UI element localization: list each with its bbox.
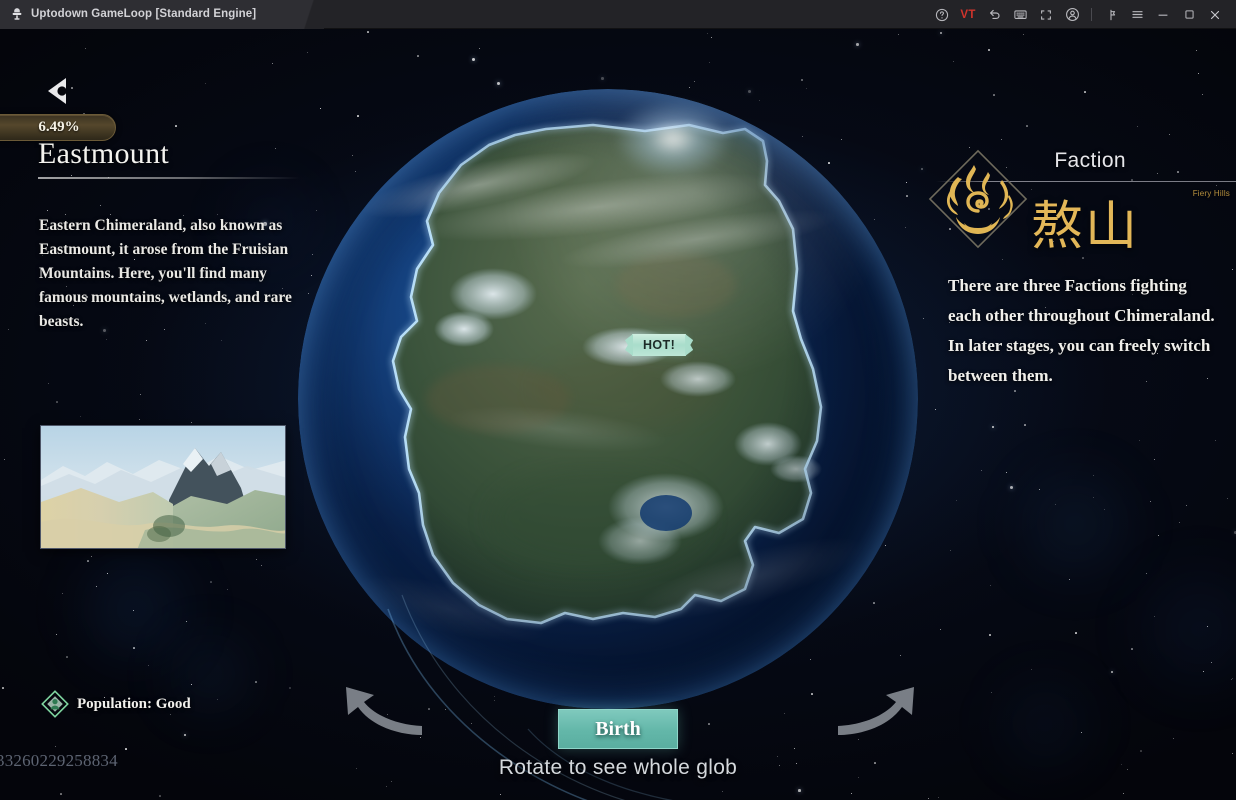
faction-name-cn: 熬山 (1031, 199, 1140, 256)
emulator-titlebar: Uptodown GameLoop [Standard Engine] VT (0, 0, 1236, 29)
birth-button-label: Birth (595, 717, 641, 740)
planet-sphere[interactable] (298, 89, 918, 709)
keyboard-icon[interactable] (1007, 0, 1033, 29)
region-preview-image[interactable] (40, 425, 286, 549)
faction-heading: Faction (1054, 149, 1126, 172)
faction-name-en: Fiery Hills (1192, 189, 1230, 198)
population-icon (40, 689, 70, 719)
game-stage: HOT! 6.49% Eastmount Eastern Chimeraland… (0, 29, 1236, 800)
population-label: Population: Good (77, 695, 191, 712)
region-title: Eastmount (38, 137, 170, 170)
globe-container[interactable] (272, 63, 944, 800)
vt-badge[interactable]: VT (955, 9, 981, 21)
fullscreen-icon[interactable] (1033, 0, 1059, 29)
undo-icon[interactable] (981, 0, 1007, 29)
tab-title: Uptodown GameLoop [Standard Engine] (31, 8, 257, 20)
birth-button[interactable]: Birth (558, 709, 678, 749)
tab-content[interactable]: Uptodown GameLoop [Standard Engine] (0, 0, 256, 29)
continent-landmass (298, 89, 918, 709)
flame-emblem-icon (918, 149, 1038, 259)
pin-icon[interactable] (1098, 0, 1124, 29)
region-percent-value: 6.49% (38, 119, 80, 135)
population-indicator: Population: Good (40, 689, 191, 719)
minimize-icon[interactable] (1150, 0, 1176, 29)
faction-info-panel: Faction 熬山 Fiery Hills There are three F… (906, 29, 1236, 800)
region-title-divider (38, 177, 300, 179)
region-info-panel: 6.49% Eastmount Eastern Chimeraland, als… (0, 29, 330, 800)
hot-badge-label: HOT! (632, 334, 687, 356)
maximize-icon[interactable] (1176, 0, 1202, 29)
tab-slant-edge (298, 0, 324, 29)
back-button[interactable] (34, 67, 82, 115)
hot-badge[interactable]: HOT! (632, 334, 687, 356)
gameloop-app-icon (10, 7, 24, 21)
faction-description: There are three Factions fighting each o… (948, 276, 1215, 385)
titlebar-controls: VT (929, 0, 1228, 29)
rotate-left-arrow[interactable] (340, 679, 430, 741)
help-icon[interactable] (929, 0, 955, 29)
menu-icon[interactable] (1124, 0, 1150, 29)
region-description: Eastern Chimeraland, also known as Eastm… (39, 217, 292, 330)
account-icon[interactable] (1059, 0, 1085, 29)
close-icon[interactable] (1202, 0, 1228, 29)
titlebar-divider (1091, 8, 1092, 21)
rotate-hint-text: Rotate to see whole glob (498, 756, 738, 779)
